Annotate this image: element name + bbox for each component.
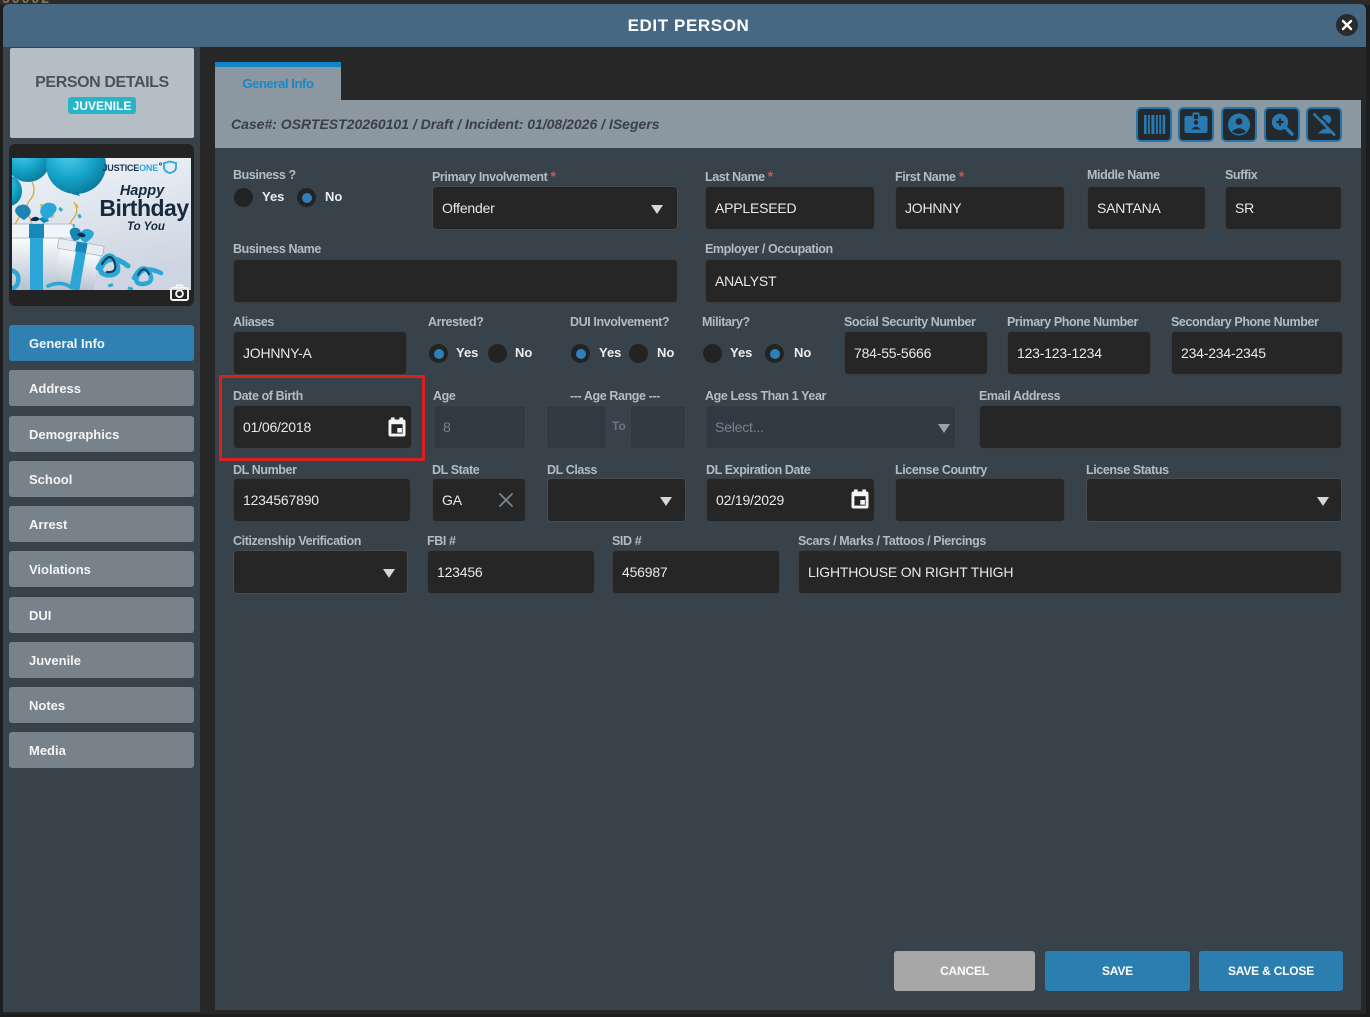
svg-text:JUSTICEONE: JUSTICEONE	[102, 163, 158, 173]
svg-text:To You: To You	[127, 221, 165, 233]
svg-text:Birthday: Birthday	[99, 195, 189, 221]
